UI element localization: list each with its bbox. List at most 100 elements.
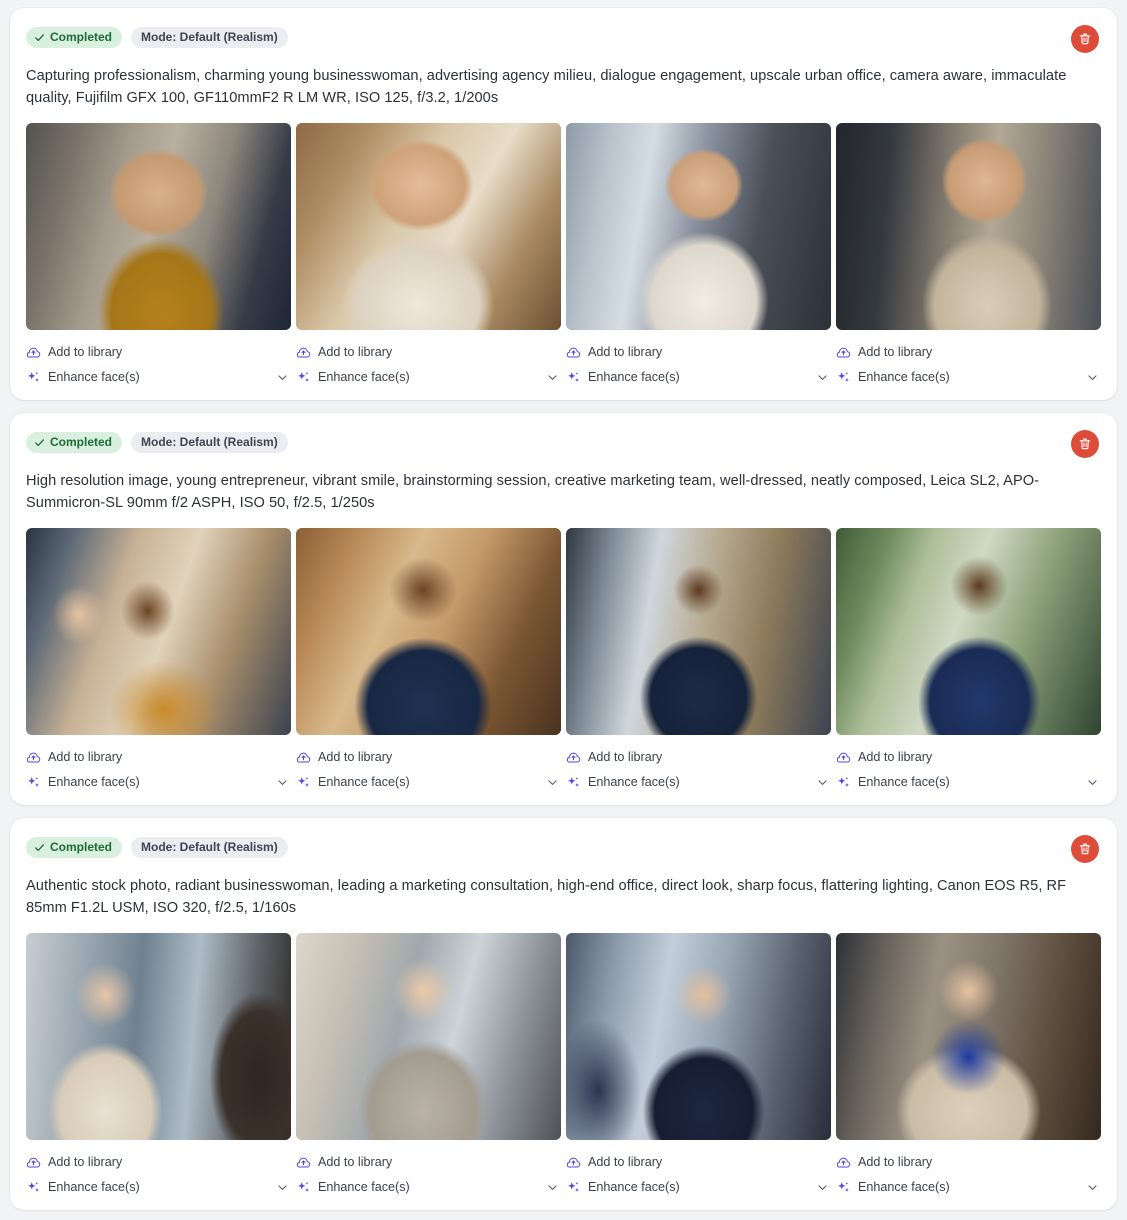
action-row-add-to-library: Add to library bbox=[296, 340, 561, 365]
expand-options-button[interactable] bbox=[1083, 369, 1101, 387]
result-image-cell: Add to library Enhance face(s) bbox=[566, 933, 831, 1200]
trash-icon bbox=[1079, 438, 1091, 450]
result-image-thumbnail[interactable] bbox=[296, 933, 561, 1140]
add-to-library-label: Add to library bbox=[588, 1155, 663, 1170]
enhance-faces-button[interactable]: Enhance face(s) bbox=[836, 775, 950, 790]
add-to-library-label: Add to library bbox=[858, 750, 933, 765]
prompt-text: Authentic stock photo, radiant businessw… bbox=[26, 878, 1067, 916]
expand-options-button[interactable] bbox=[813, 369, 831, 387]
enhance-faces-button[interactable]: Enhance face(s) bbox=[296, 775, 410, 790]
enhance-faces-button[interactable]: Enhance face(s) bbox=[836, 370, 950, 385]
add-to-library-button[interactable]: Add to library bbox=[836, 750, 932, 765]
result-image-thumbnail[interactable] bbox=[566, 933, 831, 1140]
add-to-library-button[interactable]: Add to library bbox=[26, 1155, 122, 1170]
expand-options-button[interactable] bbox=[813, 1179, 831, 1197]
add-to-library-button[interactable]: Add to library bbox=[566, 750, 662, 765]
enhance-faces-button[interactable]: Enhance face(s) bbox=[566, 775, 680, 790]
action-row-add-to-library: Add to library bbox=[566, 1150, 831, 1175]
status-badge-label: Completed bbox=[50, 840, 113, 854]
cloud-upload-icon bbox=[566, 752, 581, 763]
add-to-library-button[interactable]: Add to library bbox=[836, 1155, 932, 1170]
enhance-faces-button[interactable]: Enhance face(s) bbox=[26, 775, 140, 790]
add-to-library-button[interactable]: Add to library bbox=[566, 345, 662, 360]
result-image-thumbnail[interactable] bbox=[836, 528, 1101, 735]
expand-options-button[interactable] bbox=[273, 1179, 291, 1197]
action-row-enhance-faces: Enhance face(s) bbox=[296, 770, 561, 795]
action-row-enhance-faces: Enhance face(s) bbox=[26, 1175, 291, 1200]
enhance-faces-button[interactable]: Enhance face(s) bbox=[296, 1180, 410, 1195]
enhance-faces-label: Enhance face(s) bbox=[588, 370, 680, 385]
add-to-library-label: Add to library bbox=[318, 1155, 393, 1170]
result-image-thumbnail[interactable] bbox=[566, 528, 831, 735]
card-header: Completed Mode: Default (Realism) bbox=[26, 431, 1101, 453]
image-actions: Add to library Enhance face(s) bbox=[26, 330, 291, 390]
cloud-upload-icon bbox=[296, 1157, 311, 1168]
sparkles-icon bbox=[28, 371, 39, 382]
result-image-render bbox=[566, 123, 831, 330]
add-to-library-label: Add to library bbox=[318, 345, 393, 360]
expand-options-button[interactable] bbox=[1083, 774, 1101, 792]
sparkles-icon bbox=[838, 371, 849, 382]
result-image-thumbnail[interactable] bbox=[26, 528, 291, 735]
expand-options-button[interactable] bbox=[543, 774, 561, 792]
generation-job-card: Completed Mode: Default (Realism) Capturi… bbox=[10, 8, 1117, 400]
enhance-faces-button[interactable]: Enhance face(s) bbox=[566, 1180, 680, 1195]
add-to-library-button[interactable]: Add to library bbox=[566, 1155, 662, 1170]
cloud-upload-icon bbox=[296, 752, 311, 763]
enhance-faces-button[interactable]: Enhance face(s) bbox=[26, 370, 140, 385]
image-actions: Add to library Enhance face(s) bbox=[836, 735, 1101, 795]
add-to-library-button[interactable]: Add to library bbox=[836, 345, 932, 360]
result-image-render bbox=[26, 123, 291, 330]
enhance-faces-label: Enhance face(s) bbox=[48, 775, 140, 790]
add-to-library-button[interactable]: Add to library bbox=[26, 750, 122, 765]
delete-job-button[interactable] bbox=[1071, 25, 1099, 53]
add-to-library-button[interactable]: Add to library bbox=[296, 345, 392, 360]
action-row-enhance-faces: Enhance face(s) bbox=[296, 1175, 561, 1200]
enhance-faces-button[interactable]: Enhance face(s) bbox=[836, 1180, 950, 1195]
add-to-library-button[interactable]: Add to library bbox=[296, 1155, 392, 1170]
enhance-faces-button[interactable]: Enhance face(s) bbox=[566, 370, 680, 385]
result-image-render bbox=[296, 528, 561, 735]
add-to-library-label: Add to library bbox=[588, 750, 663, 765]
expand-options-button[interactable] bbox=[813, 774, 831, 792]
chevron-down-icon bbox=[277, 1185, 287, 1190]
result-image-cell: Add to library Enhance face(s) bbox=[836, 528, 1101, 795]
result-image-thumbnail[interactable] bbox=[566, 123, 831, 330]
status-badge: Completed bbox=[26, 431, 123, 453]
add-to-library-button[interactable]: Add to library bbox=[26, 345, 122, 360]
expand-options-button[interactable] bbox=[543, 369, 561, 387]
result-image-thumbnail[interactable] bbox=[26, 123, 291, 330]
result-image-thumbnail[interactable] bbox=[836, 933, 1101, 1140]
expand-options-button[interactable] bbox=[1083, 1179, 1101, 1197]
result-image-cell: Add to library Enhance face(s) bbox=[26, 123, 291, 390]
action-row-add-to-library: Add to library bbox=[296, 745, 561, 770]
expand-options-button[interactable] bbox=[273, 369, 291, 387]
enhance-faces-button[interactable]: Enhance face(s) bbox=[26, 1180, 140, 1195]
expand-options-button[interactable] bbox=[543, 1179, 561, 1197]
delete-job-button[interactable] bbox=[1071, 430, 1099, 458]
action-row-add-to-library: Add to library bbox=[836, 340, 1101, 365]
sparkles-icon bbox=[28, 776, 39, 787]
result-image-thumbnail[interactable] bbox=[296, 123, 561, 330]
mode-badge: Mode: Default (Realism) bbox=[131, 26, 288, 48]
result-image-render bbox=[566, 528, 831, 735]
result-image-thumbnail[interactable] bbox=[26, 933, 291, 1140]
check-icon bbox=[35, 33, 44, 41]
trash-icon bbox=[1079, 33, 1091, 45]
result-image-thumbnail[interactable] bbox=[296, 528, 561, 735]
add-to-library-label: Add to library bbox=[318, 750, 393, 765]
mode-badge: Mode: Default (Realism) bbox=[131, 836, 288, 858]
enhance-faces-label: Enhance face(s) bbox=[48, 1180, 140, 1195]
result-image-cell: Add to library Enhance face(s) bbox=[836, 933, 1101, 1200]
delete-job-button[interactable] bbox=[1071, 835, 1099, 863]
result-image-thumbnail[interactable] bbox=[836, 123, 1101, 330]
expand-options-button[interactable] bbox=[273, 774, 291, 792]
result-image-render bbox=[836, 933, 1101, 1140]
status-badge: Completed bbox=[26, 26, 123, 48]
action-row-add-to-library: Add to library bbox=[566, 340, 831, 365]
enhance-faces-button[interactable]: Enhance face(s) bbox=[296, 370, 410, 385]
action-row-enhance-faces: Enhance face(s) bbox=[26, 365, 291, 390]
add-to-library-label: Add to library bbox=[48, 750, 123, 765]
enhance-faces-label: Enhance face(s) bbox=[318, 370, 410, 385]
add-to-library-button[interactable]: Add to library bbox=[296, 750, 392, 765]
